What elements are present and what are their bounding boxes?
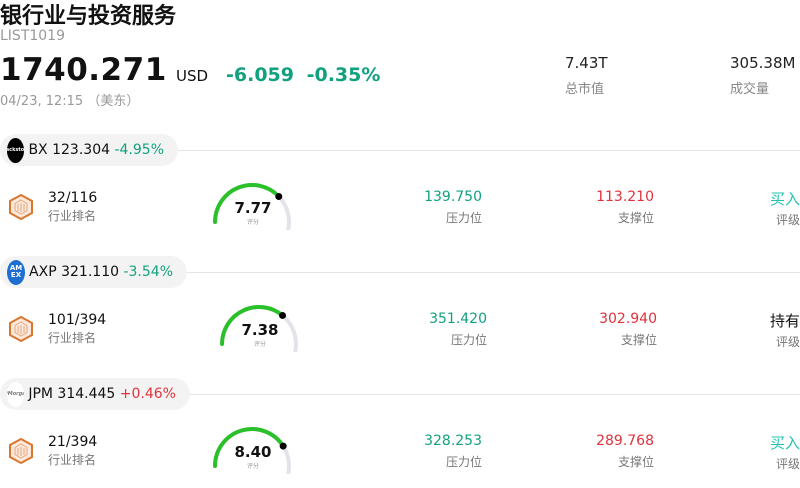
- stock-symbol: BX: [28, 142, 48, 158]
- resistance-label: 压力位: [450, 333, 487, 347]
- industry-rank-value: 21/394: [48, 434, 98, 450]
- resistance-value: 139.750: [424, 189, 482, 205]
- industry-rank-badge-icon: [7, 315, 35, 343]
- rating-value[interactable]: 持有: [770, 310, 800, 331]
- change-value: -6.059: [226, 64, 294, 86]
- stock-change-percent: -4.95%: [114, 142, 164, 158]
- score-label: 评分: [246, 463, 259, 470]
- industry-rank-badge-icon: [7, 437, 35, 465]
- gauge-marker: [279, 311, 287, 319]
- stock-symbol: AXP: [29, 264, 57, 280]
- logo-text: AM EX: [9, 264, 23, 279]
- support-value: 302.940: [599, 311, 657, 327]
- market-cap-label: 总市值: [565, 82, 605, 97]
- support-value: 113.210: [596, 189, 654, 205]
- resistance-label: 压力位: [445, 455, 482, 469]
- support-label: 支撑位: [617, 211, 654, 225]
- logo-text: JPMorgan: [7, 391, 24, 397]
- score-label: 评分: [246, 219, 259, 226]
- amex-logo-icon: AM EX: [7, 259, 26, 285]
- stock-price: 314.445: [57, 386, 116, 402]
- stock-chip-bx[interactable]: BlackstoneBX 123.304 -4.95%: [0, 134, 178, 166]
- jpmorgan-logo-icon: JPMorgan: [7, 381, 25, 407]
- stock-symbol: JPM: [28, 386, 53, 402]
- resistance-value: 328.253: [424, 433, 482, 449]
- score-value: 7.38: [241, 321, 279, 339]
- industry-rank-label: 行业排名: [48, 331, 97, 345]
- industry-rank-badge-icon: [7, 193, 35, 221]
- industry-rank-value: 101/394: [48, 312, 107, 328]
- volume-label: 成交量: [730, 82, 770, 97]
- volume-value: 305.38M: [730, 54, 796, 72]
- industry-rank-value: 32/116: [48, 190, 98, 206]
- index-price: 1740.271: [0, 52, 167, 88]
- stock-chip-axp[interactable]: AM EX AXP 321.110 -3.54%: [0, 256, 187, 288]
- quote-time: 04/23, 12:15 （美东）: [0, 94, 140, 109]
- stock-quote: BX 123.304 -4.95%: [28, 142, 164, 158]
- score-label: 评分: [253, 341, 266, 348]
- rating-label: 评级: [775, 335, 800, 349]
- stock-change-percent: -3.54%: [123, 264, 173, 280]
- stock-change-percent: +0.46%: [119, 386, 176, 402]
- stock-quote: AXP 321.110 -3.54%: [29, 264, 173, 280]
- industry-rank-label: 行业排名: [48, 453, 97, 467]
- stock-quote: JPM 314.445 +0.46%: [28, 386, 176, 402]
- score-value: 8.40: [234, 443, 272, 461]
- blackstone-logo-icon: Blackstone: [7, 137, 25, 163]
- market-cap-value: 7.43T: [565, 54, 608, 72]
- rating-value[interactable]: 买入: [770, 188, 800, 209]
- industry-rank-label: 行业排名: [48, 209, 97, 223]
- stock-price: 321.110: [61, 264, 120, 280]
- support-label: 支撑位: [620, 333, 657, 347]
- resistance-value: 351.420: [429, 311, 487, 327]
- support-label: 支撑位: [617, 455, 654, 469]
- price-change: -6.059 -0.35%: [226, 64, 380, 86]
- resistance-label: 压力位: [445, 211, 482, 225]
- support-value: 289.768: [596, 433, 654, 449]
- change-percent: -0.35%: [306, 64, 381, 86]
- stock-chip-jpm[interactable]: JPMorgan JPM 314.445 +0.46%: [0, 378, 190, 410]
- stock-price: 123.304: [52, 142, 111, 158]
- logo-text: Blackstone: [7, 147, 25, 153]
- rating-value[interactable]: 买入: [770, 432, 800, 453]
- score-value: 7.77: [234, 199, 272, 217]
- rating-label: 评级: [775, 213, 800, 227]
- page-title: 银行业与投资服务: [0, 4, 177, 29]
- rating-label: 评级: [775, 457, 800, 471]
- currency-label: USD: [176, 67, 209, 85]
- list-code: LIST1019: [0, 28, 65, 44]
